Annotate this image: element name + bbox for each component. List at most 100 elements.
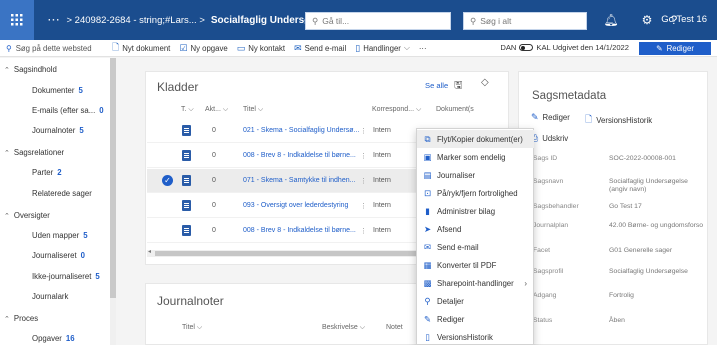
metadata-field-value: 42.00 Børne- og ungdomsforso: [609, 222, 704, 229]
nav-label: Uden mapper: [32, 231, 80, 240]
column-header-korrespondance[interactable]: Korrespond... ⌵: [372, 106, 421, 114]
context-menu-item[interactable]: ✎ Rediger: [423, 310, 533, 328]
site-search-input[interactable]: ⚲ Søg på dette websted: [0, 44, 112, 53]
metadata-field-value: Socialfaglig Undersøgelse: [609, 268, 688, 275]
send-icon: ➤: [423, 223, 432, 234]
journalnoter-title: Journalnoter: [157, 294, 224, 308]
more-commands-button[interactable]: ···: [419, 44, 427, 53]
document-title-link[interactable]: 093 - Oversigt over lederdestyring: [243, 202, 348, 209]
breadcrumb-overflow[interactable]: ···: [48, 15, 61, 26]
eraser-icon[interactable]: ◇: [481, 77, 489, 88]
nav-group-12[interactable]: ⌃ Proces: [4, 314, 38, 323]
goto-search-input[interactable]: ⚲ Gå til...: [305, 12, 451, 30]
edit-label: Rediger: [666, 44, 694, 53]
see-all-link[interactable]: Se alle: [425, 81, 448, 90]
nav-count-badge: 16: [65, 334, 75, 343]
context-menu-item[interactable]: ⚲ Detaljer: [423, 292, 533, 310]
context-menu-item[interactable]: ▮ Administrer bilag: [423, 202, 533, 220]
context-menu-item[interactable]: ▦ Konverter til PDF: [423, 256, 533, 274]
document-title-link[interactable]: 021 - Skema - Socialfaglig Undersø...: [243, 127, 359, 134]
history-icon: 🗋: [585, 114, 593, 124]
nav-item-5[interactable]: Parter 2: [32, 168, 62, 177]
chevron-up-icon: ⌃: [4, 212, 10, 220]
suite-bar: ··· > 240982-2684 - string;#Lars... > So…: [0, 0, 717, 40]
nav-group-0[interactable]: ⌃ Sagsindhold: [4, 65, 57, 74]
row-more-icon[interactable]: ⋮: [360, 152, 367, 160]
journal-column-title[interactable]: Titel ⌵: [182, 324, 202, 332]
nav-item-9[interactable]: Journaliseret 0: [32, 251, 85, 260]
scroll-left-icon[interactable]: ◂: [148, 248, 151, 255]
metadata-history-label: VersionsHistorik: [596, 115, 653, 125]
actions-icon: ▯: [355, 42, 361, 53]
nav-count-badge: 0: [99, 106, 104, 115]
check-icon[interactable]: ✓: [162, 175, 173, 186]
metadata-field-value: Åben: [609, 317, 625, 324]
context-menu-item[interactable]: ▤ Journaliser: [423, 166, 533, 184]
send-email-button[interactable]: ✉ Send e-mail: [294, 43, 346, 54]
document-title-link[interactable]: 008 - Brev 8 - Indkaldelse til børne...: [243, 227, 356, 234]
context-menu-label: Send e-mail: [437, 242, 479, 252]
column-header-dokument[interactable]: Dokument(s: [436, 106, 474, 113]
metadata-print-button[interactable]: ⎙ Udskriv: [531, 133, 568, 144]
word-document-icon: [182, 150, 191, 161]
save-icon[interactable]: 🖫: [454, 78, 463, 95]
context-menu-item[interactable]: ▯ VersionsHistorik: [423, 328, 533, 345]
row-more-icon[interactable]: ⋮: [360, 177, 367, 185]
waffle-icon: [11, 14, 23, 26]
journal-column-description[interactable]: Beskrivelse ⌵: [322, 324, 365, 332]
context-menu-item[interactable]: ⧉ Flyt/Kopier dokument(er): [417, 130, 534, 148]
nav-item-11[interactable]: Journalark: [32, 292, 68, 301]
nav-item-1[interactable]: Dokumenter 5: [32, 86, 83, 95]
row-more-icon[interactable]: ⋮: [360, 202, 367, 210]
document-title-link[interactable]: 071 - Skema - Samtykke til indhen...: [243, 177, 355, 184]
kladder-scrollbar-thumb[interactable]: [155, 251, 423, 256]
journal-column-note[interactable]: Notet: [386, 324, 403, 331]
nav-item-8[interactable]: Uden mapper 5: [32, 231, 88, 240]
status-toggle[interactable]: [519, 44, 534, 51]
nav-item-10[interactable]: Ikke-journaliseret 5: [32, 272, 100, 281]
new-document-button[interactable]: 🗋 Nyt dokument: [112, 40, 170, 56]
metadata-field-label: Facet: [533, 247, 550, 254]
nav-group-4[interactable]: ⌃ Sagsrelationer: [4, 148, 64, 157]
nav-group-7[interactable]: ⌃ Oversigter: [4, 211, 50, 220]
column-header-title[interactable]: Titel ⌵: [243, 106, 263, 114]
pdf-icon: ▦: [423, 259, 432, 270]
context-menu-item[interactable]: ⊡ På/ryk/fjern fortrolighed: [423, 184, 533, 202]
new-contact-button[interactable]: ▭ Ny kontakt: [237, 43, 285, 54]
nav-scrollbar[interactable]: [110, 58, 116, 345]
new-task-label: Ny opgave: [190, 43, 228, 53]
app-launcher-button[interactable]: [0, 0, 34, 40]
column-header-type[interactable]: T. ⌵: [181, 106, 194, 114]
new-task-button[interactable]: ☑ Ny opgave: [179, 43, 227, 54]
context-menu-item[interactable]: ✉ Send e-mail: [423, 238, 533, 256]
nav-item-2[interactable]: E-mails (efter sa... 0: [32, 106, 104, 115]
context-menu-item[interactable]: ▩ Sharepoint-handlinger ›: [423, 274, 533, 292]
metadata-history-button[interactable]: 🗋 VersionsHistorik: [585, 112, 652, 128]
task-check-icon: ☑: [179, 42, 188, 53]
search-all-input[interactable]: ⚲ Søg i alt: [463, 12, 587, 30]
row-more-icon[interactable]: ⋮: [360, 227, 367, 235]
context-menu-label: VersionsHistorik: [437, 332, 493, 342]
context-menu-label: Administrer bilag: [437, 206, 496, 216]
nav-scrollbar-thumb[interactable]: [110, 58, 116, 298]
chevron-up-icon: ⌃: [4, 66, 10, 74]
document-icon: 🗋: [112, 42, 120, 52]
nav-item-3[interactable]: Journalnoter 5: [32, 126, 84, 135]
actions-dropdown[interactable]: ▯ Handlinger ⌵: [355, 43, 410, 54]
user-name[interactable]: Go Test 16: [661, 14, 707, 25]
context-menu-item[interactable]: ▣ Marker som endelig: [423, 148, 533, 166]
metadata-edit-button[interactable]: ✎ Rediger: [531, 112, 570, 123]
settings-button[interactable]: ⚙: [637, 10, 657, 30]
document-title-link[interactable]: 008 - Brev 8 - Indkaldelse til børne...: [243, 152, 356, 159]
metadata-field-label: Adgang: [533, 292, 557, 299]
column-header-akt[interactable]: Akt... ⌵: [205, 106, 228, 114]
nav-item-6[interactable]: Relaterede sager: [32, 189, 92, 198]
edit-button[interactable]: ✎ Rediger: [639, 42, 711, 55]
pencil-icon: ✎: [656, 44, 663, 53]
nav-item-13[interactable]: Opgaver 16: [32, 334, 75, 343]
breadcrumb-path[interactable]: > 240982-2684 - string;#Lars... >: [67, 15, 205, 26]
search-all-placeholder: Søg i alt: [480, 16, 512, 26]
context-menu-item[interactable]: ➤ Afsend: [423, 220, 533, 238]
row-more-icon[interactable]: ⋮: [360, 127, 367, 135]
notifications-button[interactable]: 🔔︎: [601, 10, 621, 30]
